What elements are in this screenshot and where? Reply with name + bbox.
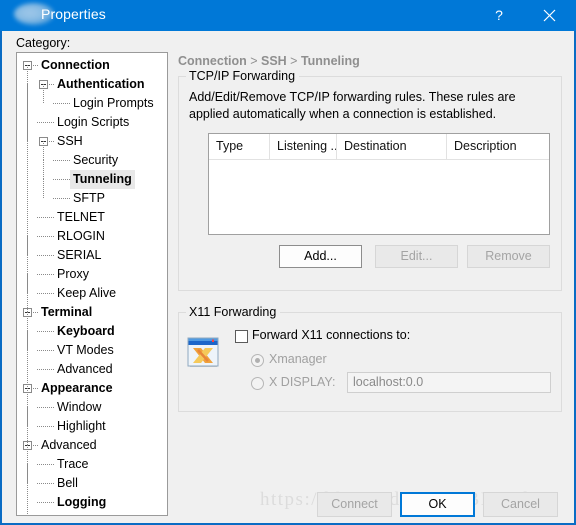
- tree-item-label: Appearance: [41, 381, 113, 395]
- x-display-input: localhost:0.0: [347, 372, 551, 393]
- connect-button[interactable]: Connect: [317, 492, 392, 517]
- breadcrumb-part-tunneling: Tunneling: [300, 54, 360, 68]
- tree-item-tunneling[interactable]: Tunneling: [17, 170, 167, 189]
- tree-item-file-transfer[interactable]: File Transfer: [17, 512, 167, 515]
- tree-item-terminal[interactable]: Terminal: [17, 303, 167, 322]
- forwarding-rules-table[interactable]: Type Listening ... Destination Description: [208, 133, 550, 235]
- tree-item-keyboard[interactable]: Keyboard: [17, 322, 167, 341]
- tree-expander-icon[interactable]: [39, 137, 48, 146]
- table-column-header[interactable]: Destination: [336, 134, 446, 159]
- xdisplay-radio: [251, 377, 264, 390]
- close-icon[interactable]: [526, 0, 572, 31]
- tree-item-label: Login Prompts: [73, 96, 154, 110]
- tree-item-label: TELNET: [57, 210, 105, 224]
- tree-item-keep-alive[interactable]: Keep Alive: [17, 284, 167, 303]
- breadcrumb-part-connection: Connection: [178, 54, 247, 68]
- category-tree[interactable]: Connection Authentication Login Prompts Log…: [16, 52, 168, 516]
- tree-expander-icon[interactable]: [23, 441, 32, 450]
- tree-item-label: RLOGIN: [57, 229, 105, 243]
- tree-item-label: Keep Alive: [57, 286, 117, 300]
- tree-item-telnet[interactable]: TELNET: [17, 208, 167, 227]
- tree-item-serial[interactable]: SERIAL: [17, 246, 167, 265]
- tree-item-ssh[interactable]: SSH: [17, 132, 167, 151]
- tree-item-label: Highlight: [57, 419, 106, 433]
- breadcrumb: Connection > SSH > Tunneling: [178, 54, 360, 68]
- tree-item-label: Window: [57, 400, 102, 414]
- x11-forwarding-legend: X11 Forwarding: [186, 305, 281, 319]
- tcpip-forwarding-description: Add/Edit/Remove TCP/IP forwarding rules.…: [189, 90, 516, 121]
- tree-item-advanced[interactable]: Advanced: [17, 360, 167, 379]
- edit-button: Edit...: [375, 245, 458, 268]
- tree-item-label: SSH: [57, 134, 83, 148]
- tcpip-forwarding-group: TCP/IP Forwarding Add/Edit/Remove TCP/IP…: [178, 69, 562, 291]
- tree-item-advanced[interactable]: Advanced: [17, 436, 167, 455]
- tree-item-vt-modes[interactable]: VT Modes: [17, 341, 167, 360]
- properties-dialog: Properties ? Category: Connection Authent…: [0, 0, 576, 525]
- tree-item-login-scripts[interactable]: Login Scripts: [17, 113, 167, 132]
- tree-item-proxy[interactable]: Proxy: [17, 265, 167, 284]
- remove-button: Remove: [467, 245, 550, 268]
- category-label: Category:: [16, 36, 71, 50]
- tree-item-trace[interactable]: Trace: [17, 455, 167, 474]
- tree-item-label: Trace: [57, 457, 89, 471]
- tree-item-connection[interactable]: Connection: [17, 56, 167, 75]
- tree-item-label: Authentication: [57, 77, 145, 91]
- x11-forwarding-group: X11 Forwarding Forward X11 connections t…: [178, 305, 562, 412]
- forward-x11-label: Forward X11 connections to:: [252, 328, 411, 342]
- tree-item-label: Proxy: [57, 267, 89, 281]
- table-column-header[interactable]: Listening ...: [269, 134, 336, 159]
- tree-item-bell[interactable]: Bell: [17, 474, 167, 493]
- xmanager-label: Xmanager: [269, 352, 327, 366]
- tree-item-rlogin[interactable]: RLOGIN: [17, 227, 167, 246]
- help-button[interactable]: ?: [476, 0, 522, 31]
- breadcrumb-separator-2: >: [286, 54, 301, 68]
- tree-item-logging[interactable]: Logging: [17, 493, 167, 512]
- breadcrumb-separator-1: >: [246, 54, 261, 68]
- tree-item-appearance[interactable]: Appearance: [17, 379, 167, 398]
- table-header-row: Type Listening ... Destination Description: [209, 134, 549, 160]
- tree-item-label: Logging: [57, 495, 107, 509]
- tree-item-label: Bell: [57, 476, 78, 490]
- tcpip-forwarding-legend: TCP/IP Forwarding: [186, 69, 300, 83]
- category-tree-list: Connection Authentication Login Prompts Log…: [17, 53, 167, 515]
- add-button[interactable]: Add...: [279, 245, 362, 268]
- tree-item-label: Connection: [41, 58, 110, 72]
- cancel-button[interactable]: Cancel: [483, 492, 558, 517]
- tree-item-label: Login Scripts: [57, 115, 130, 129]
- tree-item-label: SFTP: [73, 191, 105, 205]
- tree-expander-icon[interactable]: [23, 61, 32, 70]
- table-column-header[interactable]: Type: [209, 134, 269, 159]
- xmanager-radio: [251, 354, 264, 367]
- forward-x11-checkbox[interactable]: [235, 330, 248, 343]
- ok-button[interactable]: OK: [400, 492, 475, 517]
- tree-item-label: Tunneling: [70, 170, 135, 189]
- title-bar[interactable]: Properties ?: [0, 0, 576, 31]
- xmanager-icon: [187, 337, 223, 371]
- tree-item-label: Advanced: [57, 362, 113, 376]
- tree-item-label: Terminal: [41, 305, 93, 319]
- tree-item-label: Keyboard: [57, 324, 115, 338]
- table-column-header[interactable]: Description: [446, 134, 549, 159]
- tree-expander-icon[interactable]: [23, 384, 32, 393]
- tree-item-sftp[interactable]: SFTP: [17, 189, 167, 208]
- tree-item-authentication[interactable]: Authentication: [17, 75, 167, 94]
- xdisplay-label: X DISPLAY:: [269, 375, 336, 389]
- tree-expander-icon[interactable]: [23, 308, 32, 317]
- tree-item-login-prompts[interactable]: Login Prompts: [17, 94, 167, 113]
- tree-item-highlight[interactable]: Highlight: [17, 417, 167, 436]
- tree-item-window[interactable]: Window: [17, 398, 167, 417]
- tree-item-label: SERIAL: [57, 248, 102, 262]
- tree-item-security[interactable]: Security: [17, 151, 167, 170]
- breadcrumb-part-ssh: SSH: [261, 54, 287, 68]
- tree-expander-icon[interactable]: [39, 80, 48, 89]
- tree-item-label: VT Modes: [57, 343, 114, 357]
- tree-item-label: File Transfer: [41, 512, 115, 515]
- tree-item-label: Advanced: [41, 438, 97, 452]
- window-title: Properties: [41, 6, 106, 22]
- tree-item-label: Security: [73, 153, 119, 167]
